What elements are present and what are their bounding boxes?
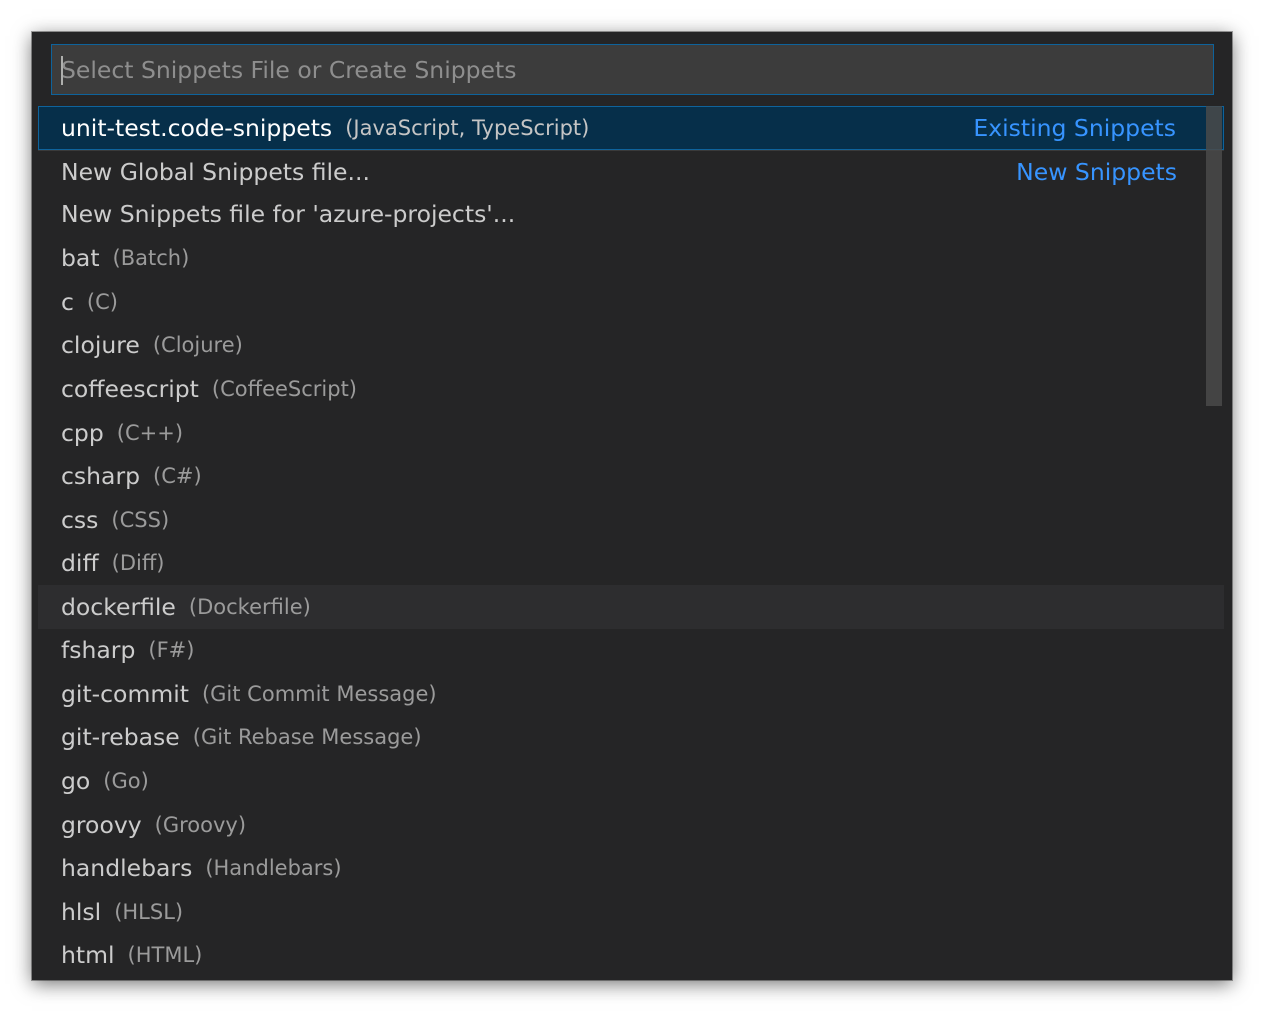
- item-label: New Snippets file for 'azure-projects'..…: [61, 200, 516, 228]
- item-label: handlebars: [61, 854, 193, 882]
- list-item[interactable]: fsharp (F#): [38, 628, 1224, 672]
- list-item[interactable]: hlsl (HLSL): [38, 890, 1224, 934]
- group-label-existing-snippets: Existing Snippets: [973, 114, 1176, 142]
- list-item[interactable]: groovy (Groovy): [38, 803, 1224, 847]
- item-description: (Go): [103, 769, 149, 793]
- item-description: (Handlebars): [205, 856, 342, 880]
- item-label: groovy: [61, 811, 142, 839]
- item-label: css: [61, 506, 99, 534]
- list-scrollbar[interactable]: [1206, 106, 1222, 980]
- item-label: git-rebase: [61, 723, 180, 751]
- item-label: hlsl: [61, 898, 102, 926]
- snippet-list: unit-test.code-snippets (JavaScript, Typ…: [38, 106, 1224, 980]
- search-box[interactable]: [51, 44, 1214, 95]
- list-item[interactable]: New Global Snippets file... New Snippets: [38, 150, 1224, 194]
- item-label: html: [61, 941, 115, 969]
- item-label: bat: [61, 244, 100, 272]
- item-label: dockerfile: [61, 593, 176, 621]
- list-item[interactable]: go (Go): [38, 759, 1224, 803]
- quick-pick-widget: unit-test.code-snippets (JavaScript, Typ…: [32, 32, 1232, 980]
- item-description: (C): [86, 290, 118, 314]
- item-description: (C++): [116, 421, 184, 445]
- item-label: diff: [61, 549, 99, 577]
- list-item[interactable]: coffeescript (CoffeeScript): [38, 367, 1224, 411]
- item-description: (Clojure): [152, 333, 243, 357]
- item-description: (Diff): [111, 551, 165, 575]
- list-item[interactable]: clojure (Clojure): [38, 323, 1224, 367]
- item-description: (Git Commit Message): [201, 682, 437, 706]
- item-label: csharp: [61, 462, 141, 490]
- item-description: (CSS): [111, 508, 170, 532]
- list-item[interactable]: html (HTML): [38, 933, 1224, 977]
- item-description: (Batch): [112, 246, 190, 270]
- item-label: New Global Snippets file...: [61, 158, 370, 186]
- item-description: (HLSL): [114, 900, 184, 924]
- item-description: (CoffeeScript): [211, 377, 358, 401]
- item-label: fsharp: [61, 636, 136, 664]
- list-item[interactable]: unit-test.code-snippets (JavaScript, Typ…: [38, 106, 1224, 150]
- text-caret: [61, 56, 63, 85]
- search-input[interactable]: [52, 45, 1213, 94]
- item-description: (C#): [153, 464, 202, 488]
- list-item[interactable]: git-commit (Git Commit Message): [38, 672, 1224, 716]
- item-description: (Groovy): [154, 813, 247, 837]
- item-label: cpp: [61, 419, 104, 447]
- list-item[interactable]: bat (Batch): [38, 236, 1224, 280]
- list-item[interactable]: cpp (C++): [38, 411, 1224, 455]
- list-item[interactable]: git-rebase (Git Rebase Message): [38, 715, 1224, 759]
- group-label-new-snippets: New Snippets: [1016, 158, 1177, 186]
- list-item[interactable]: New Snippets file for 'azure-projects'..…: [38, 192, 1224, 236]
- list-item[interactable]: css (CSS): [38, 498, 1224, 542]
- item-label: git-commit: [61, 680, 189, 708]
- list-item[interactable]: csharp (C#): [38, 454, 1224, 498]
- item-label: clojure: [61, 331, 140, 359]
- item-description: (Git Rebase Message): [192, 725, 422, 749]
- list-item[interactable]: c (C): [38, 280, 1224, 324]
- item-label: go: [61, 767, 91, 795]
- list-item[interactable]: diff (Diff): [38, 541, 1224, 585]
- item-description: (Dockerfile): [188, 595, 311, 619]
- list-item[interactable]: handlebars (Handlebars): [38, 846, 1224, 890]
- item-description: (JavaScript, TypeScript): [345, 116, 590, 140]
- scrollbar-thumb[interactable]: [1206, 106, 1222, 406]
- item-description: (F#): [148, 638, 195, 662]
- item-label: coffeescript: [61, 375, 199, 403]
- list-item[interactable]: dockerfile (Dockerfile): [38, 585, 1224, 629]
- item-label: unit-test.code-snippets: [61, 114, 333, 142]
- item-label: c: [61, 288, 74, 316]
- item-description: (HTML): [127, 943, 203, 967]
